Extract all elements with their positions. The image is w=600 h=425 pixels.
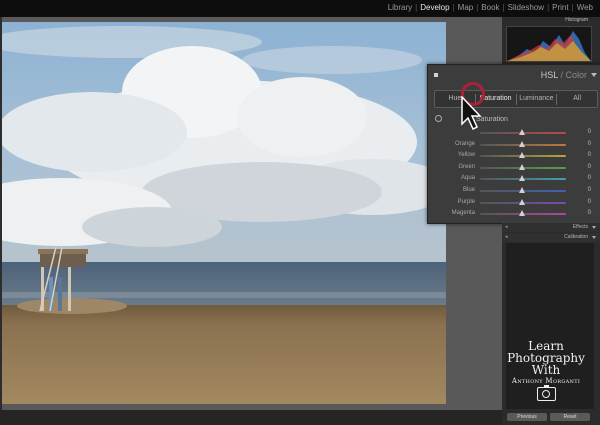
camera-icon — [536, 385, 556, 401]
module-library[interactable]: Library — [385, 3, 415, 12]
calibration-panel-header[interactable]: ◂ Calibration — [502, 233, 600, 242]
slider-row-blue: Blue 0 — [428, 186, 600, 196]
tab-luminance[interactable]: Luminance — [517, 91, 557, 107]
slider-label: Green — [458, 163, 475, 170]
watermark-logo: Learn Photography With Anthony Morganti — [506, 340, 586, 401]
panel-dot-icon: ◂ — [505, 224, 508, 230]
slider-label: Purple — [457, 198, 475, 205]
module-print[interactable]: Print — [549, 3, 571, 12]
module-picker: Library | Develop | Map | Book | Slideshow | Print… — [385, 3, 596, 12]
slider-value[interactable]: 0 — [588, 164, 591, 170]
module-book[interactable]: Book — [478, 3, 502, 12]
tab-all[interactable]: All — [557, 91, 597, 107]
target-adjustment-icon[interactable] — [435, 115, 442, 122]
top-module-bar: Library | Develop | Map | Book | Slideshow | Print… — [0, 0, 600, 17]
slider-row-red: Red0 — [428, 128, 600, 138]
logo-line-3: With — [531, 363, 561, 377]
logo-line-4: Anthony Morganti — [511, 377, 581, 385]
slider-label: Magenta — [451, 210, 475, 217]
histogram-graph — [506, 26, 592, 62]
slider-row-orange: Orange 0 — [428, 140, 600, 150]
hsl-tab-bar: Hue Saturation Luminance All — [434, 90, 598, 108]
panel-collapse-icon[interactable] — [434, 73, 438, 77]
slider-thumb-icon[interactable] — [519, 129, 525, 135]
expand-triangle-icon[interactable] — [592, 226, 596, 229]
slider-value[interactable]: 0 — [588, 175, 591, 181]
slider-value[interactable]: 0 — [588, 152, 591, 158]
effects-label[interactable]: Effects — [573, 224, 588, 230]
histogram-title: Histogram — [565, 17, 588, 23]
hsl-panel-header[interactable]: HSL / Color — [428, 65, 600, 83]
expand-triangle-icon[interactable] — [592, 236, 596, 239]
beach-photo — [2, 22, 446, 404]
slider-label: Yellow — [457, 152, 475, 159]
hsl-color-panel: HSL / Color Hue Saturation Luminance All… — [427, 64, 600, 224]
hsl-title-hsl[interactable]: HSL — [541, 70, 558, 80]
slider-row-yellow: Yellow 0 — [428, 151, 600, 161]
slider-label: Blue — [462, 187, 475, 193]
slider-row-purple: Purple 0 — [428, 198, 600, 208]
module-slideshow[interactable]: Slideshow — [505, 3, 547, 12]
calibration-label[interactable]: Calibration — [564, 234, 588, 240]
slider-thumb-icon[interactable] — [519, 163, 525, 170]
slider-value[interactable]: 0 — [588, 199, 591, 205]
slider-value[interactable]: 0 — [588, 129, 591, 135]
slider-row-green: Green 0 — [428, 163, 600, 173]
previous-button[interactable]: Previous — [507, 413, 547, 421]
slider-thumb-icon[interactable] — [519, 187, 525, 193]
module-map[interactable]: Map — [455, 3, 477, 12]
slider-thumb-icon[interactable] — [519, 175, 525, 182]
hsl-panel-title[interactable]: HSL / Color — [541, 70, 587, 80]
mouse-pointer-icon — [461, 96, 482, 130]
module-web[interactable]: Web — [574, 3, 596, 12]
panel-expand-triangle-icon[interactable] — [591, 73, 597, 77]
slider-thumb-icon[interactable] — [519, 140, 525, 147]
panel-dot-icon: ◂ — [505, 234, 508, 240]
slider-value[interactable]: 0 — [588, 141, 591, 147]
hsl-title-color[interactable]: Color — [565, 70, 587, 80]
module-develop[interactable]: Develop — [417, 3, 452, 12]
slider-value[interactable]: 0 — [588, 187, 591, 193]
slider-row-magenta: Magenta 0 — [428, 209, 600, 219]
slider-label: Orange — [454, 140, 475, 147]
slider-row-aqua: Aqua 0 — [428, 174, 600, 184]
slider-thumb-icon[interactable] — [519, 210, 525, 217]
effects-panel-header[interactable]: ◂ Effects — [502, 223, 600, 232]
slider-thumb-icon[interactable] — [519, 198, 525, 205]
slider-value[interactable]: 0 — [588, 210, 591, 216]
reset-button[interactable]: Reset — [550, 413, 590, 421]
slider-thumb-icon[interactable] — [519, 152, 525, 159]
slider-label: Aqua — [460, 175, 475, 182]
